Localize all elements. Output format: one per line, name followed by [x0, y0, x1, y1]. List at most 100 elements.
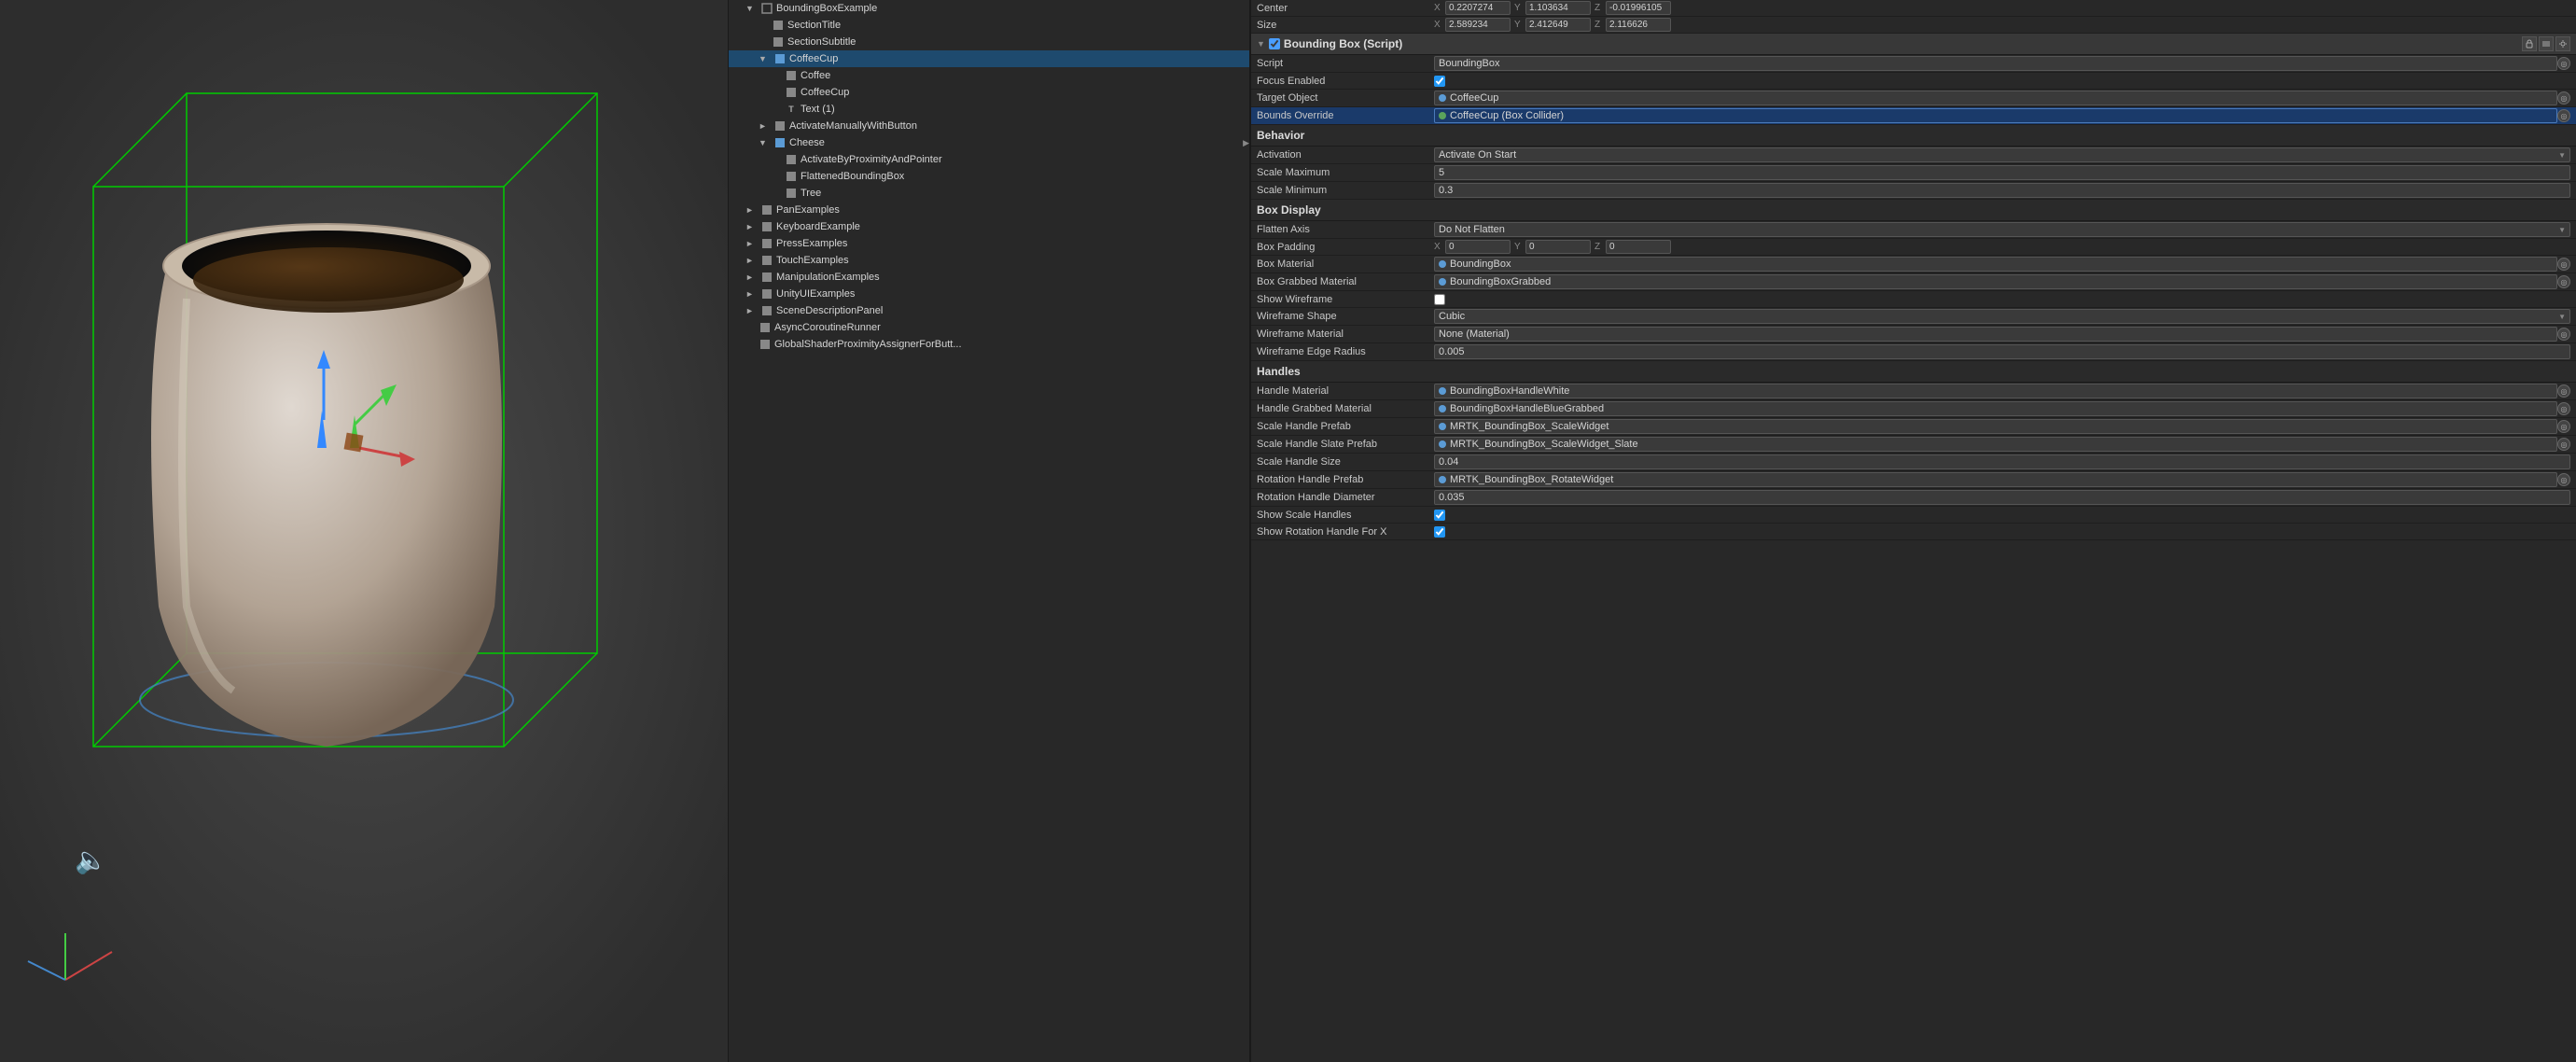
scale-handle-slate-btn[interactable]: ◎ [2557, 438, 2570, 451]
box-padding-z[interactable]: Z [1594, 240, 1671, 254]
item-label: FlattenedBoundingBox [801, 171, 904, 182]
expand-arrow: ► [745, 239, 759, 248]
size-z-input[interactable] [1606, 18, 1671, 32]
z-label: Z [1594, 20, 1604, 30]
component-enabled-checkbox[interactable] [1269, 38, 1280, 49]
hierarchy-item-tree[interactable]: Tree [729, 185, 1249, 202]
game-object-icon [760, 2, 773, 15]
size-z-field[interactable]: Z [1594, 18, 1671, 32]
show-wireframe-checkbox[interactable] [1434, 294, 1445, 305]
hierarchy-item-pan-examples[interactable]: ► PanExamples [729, 202, 1249, 218]
center-y-field[interactable]: Y [1514, 1, 1591, 15]
hierarchy-item-flattened[interactable]: FlattenedBoundingBox [729, 168, 1249, 185]
show-rotation-handle-x-checkbox[interactable] [1434, 526, 1445, 538]
grey-cube-icon [760, 254, 773, 267]
inspector-panel: Center X Y Z Size X Y [1250, 0, 2576, 1062]
box-padding-x[interactable]: X [1434, 240, 1511, 254]
size-x-input[interactable] [1445, 18, 1511, 32]
hierarchy-item-section-title[interactable]: SectionTitle [729, 17, 1249, 34]
bounds-override-btn[interactable]: ◎ [2557, 109, 2570, 122]
center-z-field[interactable]: Z [1594, 1, 1671, 15]
y-label: Y [1514, 20, 1524, 30]
rotation-handle-prefab-btn[interactable]: ◎ [2557, 473, 2570, 486]
handle-material-btn[interactable]: ◎ [2557, 384, 2570, 398]
focus-enabled-label: Focus Enabled [1257, 76, 1434, 87]
box-grabbed-material-btn[interactable]: ◎ [2557, 275, 2570, 288]
wireframe-edge-radius-row: Wireframe Edge Radius 0.005 [1251, 343, 2576, 361]
hierarchy-item-text1[interactable]: T Text (1) [729, 101, 1249, 118]
box-material-btn[interactable]: ◎ [2557, 258, 2570, 271]
box-grabbed-dot [1439, 278, 1446, 286]
hierarchy-item-global-shader[interactable]: GlobalShaderProximityAssignerForButt... [729, 336, 1249, 353]
handle-grabbed-material-btn[interactable]: ◎ [2557, 402, 2570, 415]
show-scale-handles-label: Show Scale Handles [1257, 510, 1434, 521]
scale-min-field[interactable]: 0.3 [1434, 183, 2570, 198]
rotation-handle-diameter-field[interactable]: 0.035 [1434, 490, 2570, 505]
wireframe-edge-radius-field[interactable]: 0.005 [1434, 344, 2570, 359]
viewport-panel: ← Persp [0, 0, 728, 1062]
hierarchy-item-keyboard[interactable]: ► KeyboardExample [729, 218, 1249, 235]
expand-arrow: ▼ [759, 138, 772, 147]
box-padding-y[interactable]: Y [1514, 240, 1591, 254]
hierarchy-item-activate-manually[interactable]: ► ActivateManuallyWithButton [729, 118, 1249, 134]
script-field[interactable]: BoundingBox [1434, 56, 2557, 71]
box-padding-x-input[interactable] [1445, 240, 1511, 254]
grey-cube-icon [760, 220, 773, 233]
scale-handle-size-field[interactable]: 0.04 [1434, 454, 2570, 469]
hierarchy-item-coffeecup-parent[interactable]: ▼ CoffeeCup [729, 50, 1249, 67]
scale-max-field[interactable]: 5 [1434, 165, 2570, 180]
scale-handle-slate-field[interactable]: MRTK_BoundingBox_ScaleWidget_Slate [1434, 437, 2557, 452]
box-padding-z-input[interactable] [1606, 240, 1671, 254]
blue-cube-icon [773, 136, 787, 149]
box-material-field[interactable]: BoundingBox [1434, 257, 2557, 272]
activation-dropdown[interactable]: Activate On Start ▼ [1434, 147, 2570, 162]
item-label: CoffeeCup [789, 53, 838, 64]
handle-grabbed-material-field[interactable]: BoundingBoxHandleBlueGrabbed [1434, 401, 2557, 416]
bounds-override-field[interactable]: CoffeeCup (Box Collider) [1434, 108, 2557, 123]
hierarchy-item-unity-ui[interactable]: ► UnityUIExamples [729, 286, 1249, 302]
hierarchy-item-bounding-box-example[interactable]: ▼ BoundingBoxExample [729, 0, 1249, 17]
hierarchy-panel[interactable]: ▼ BoundingBoxExample SectionTitle Sectio… [728, 0, 1250, 1062]
focus-enabled-checkbox[interactable] [1434, 76, 1445, 87]
size-y-field[interactable]: Y [1514, 18, 1591, 32]
hierarchy-item-coffee[interactable]: Coffee [729, 67, 1249, 84]
show-scale-handles-checkbox[interactable] [1434, 510, 1445, 521]
hierarchy-item-scene-description[interactable]: ► SceneDescriptionPanel [729, 302, 1249, 319]
hierarchy-item-cheese[interactable]: ▼ Cheese ▶ [729, 134, 1249, 151]
hierarchy-item-press-examples[interactable]: ► PressExamples [729, 235, 1249, 252]
flatten-axis-dropdown[interactable]: Do Not Flatten ▼ [1434, 222, 2570, 237]
center-y-input[interactable] [1525, 1, 1591, 15]
center-x-input[interactable] [1445, 1, 1511, 15]
grey-cube-icon [759, 338, 772, 351]
box-display-section-header: Box Display [1251, 200, 2576, 221]
settings-icon[interactable] [2555, 36, 2570, 51]
hierarchy-item-touch-examples[interactable]: ► TouchExamples [729, 252, 1249, 269]
expand-arrow: ► [745, 289, 759, 299]
scale-handle-prefab-btn[interactable]: ◎ [2557, 420, 2570, 433]
hierarchy-item-activate-proximity[interactable]: ActivateByProximityAndPointer [729, 151, 1249, 168]
center-z-input[interactable] [1606, 1, 1671, 15]
wireframe-shape-dropdown[interactable]: Cubic ▼ [1434, 309, 2570, 324]
wireframe-material-field[interactable]: None (Material) [1434, 327, 2557, 342]
lock-icon[interactable] [2522, 36, 2537, 51]
target-object-btn[interactable]: ◎ [2557, 91, 2570, 105]
hierarchy-item-async[interactable]: AsyncCoroutineRunner [729, 319, 1249, 336]
expand-icon[interactable] [2539, 36, 2554, 51]
rotation-handle-diameter-row: Rotation Handle Diameter 0.035 [1251, 489, 2576, 507]
scale-handle-prefab-field[interactable]: MRTK_BoundingBox_ScaleWidget [1434, 419, 2557, 434]
rotation-handle-prefab-field[interactable]: MRTK_BoundingBox_RotateWidget [1434, 472, 2557, 487]
box-grabbed-material-field[interactable]: BoundingBoxGrabbed [1434, 274, 2557, 289]
hierarchy-item-coffeecup-child[interactable]: CoffeeCup [729, 84, 1249, 101]
hierarchy-item-section-subtitle[interactable]: SectionSubtitle [729, 34, 1249, 50]
center-x-field[interactable]: X [1434, 1, 1511, 15]
handle-material-field[interactable]: BoundingBoxHandleWhite [1434, 384, 2557, 398]
size-y-input[interactable] [1525, 18, 1591, 32]
wireframe-material-btn[interactable]: ◎ [2557, 328, 2570, 341]
size-x-field[interactable]: X [1434, 18, 1511, 32]
script-target-btn[interactable]: ◎ [2557, 57, 2570, 70]
size-fields: X Y Z [1434, 18, 2570, 32]
target-object-field[interactable]: CoffeeCup [1434, 91, 2557, 105]
box-padding-y-input[interactable] [1525, 240, 1591, 254]
hierarchy-item-manipulation[interactable]: ► ManipulationExamples [729, 269, 1249, 286]
viewport-canvas[interactable]: 🔈 [0, 0, 728, 1062]
